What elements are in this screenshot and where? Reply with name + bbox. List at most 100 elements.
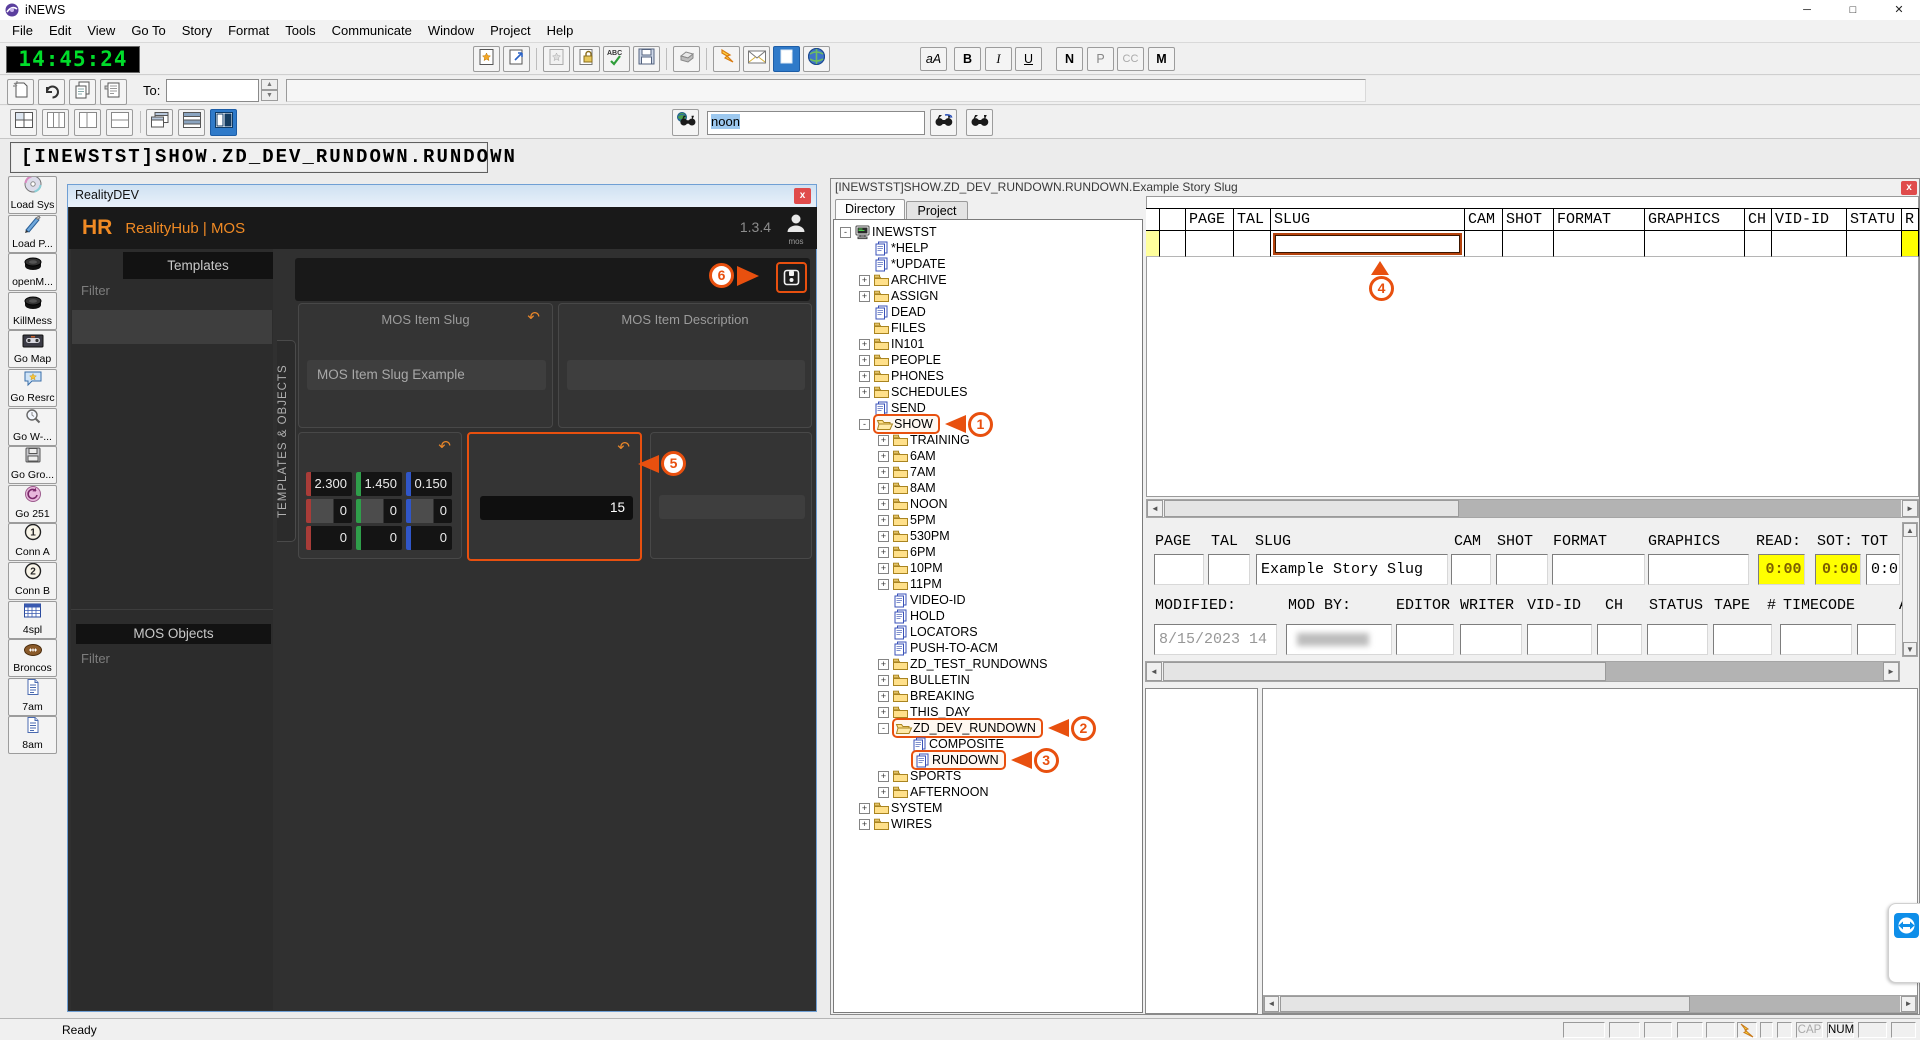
form-field-modified[interactable]: 8/15/2023 14: [1154, 624, 1277, 655]
grid-cell-vid-id[interactable]: [1772, 231, 1847, 257]
sidebar-button-8am[interactable]: 8am: [8, 716, 57, 754]
close-button[interactable]: ✕: [1882, 0, 1916, 20]
mail-button[interactable]: [743, 46, 770, 72]
form-field-cam[interactable]: [1451, 554, 1491, 585]
form-field-timecode[interactable]: [1780, 624, 1852, 655]
collapse-minus-icon[interactable]: -: [859, 419, 870, 430]
tree-item-archive[interactable]: +ARCHIVE: [834, 272, 1142, 288]
to-input[interactable]: [166, 79, 259, 102]
matrix-cell-r2c3[interactable]: 0: [406, 499, 452, 523]
teamviewer-handle[interactable]: [1888, 903, 1920, 983]
mos-item-description-input[interactable]: [567, 360, 805, 390]
user-menu[interactable]: mos: [785, 212, 807, 246]
story-star-button[interactable]: [473, 46, 500, 72]
matrix-cell-r3c1[interactable]: 0: [306, 526, 352, 550]
find-scope-button[interactable]: [672, 109, 699, 136]
sidebar-button-4spl[interactable]: 4spl: [8, 601, 57, 639]
tree-item-in101[interactable]: +IN101: [834, 336, 1142, 352]
form-field-graphics[interactable]: [1648, 554, 1749, 585]
tree-item-video-id[interactable]: VIDEO-ID: [834, 592, 1142, 608]
sidebar-button-broncos[interactable]: Broncos: [8, 639, 57, 677]
form-v-scrollbar[interactable]: [1902, 522, 1918, 657]
tree-item-6am[interactable]: +6AM: [834, 448, 1142, 464]
mos-objects-filter-input[interactable]: Filter: [81, 651, 110, 666]
tree-item-schedules[interactable]: +SCHEDULES: [834, 384, 1142, 400]
expand-plus-icon[interactable]: +: [878, 483, 889, 494]
grid-cell-graphics[interactable]: [1645, 231, 1745, 257]
form-field-ch[interactable]: [1597, 624, 1642, 655]
expand-plus-icon[interactable]: +: [859, 291, 870, 302]
cascade-button[interactable]: [146, 109, 173, 136]
expand-plus-icon[interactable]: +: [878, 691, 889, 702]
form-field-editor[interactable]: [1396, 624, 1454, 655]
form-field-vidid[interactable]: [1527, 624, 1592, 655]
tree-item--help[interactable]: *HELP: [834, 240, 1142, 256]
grid-h-scroll-thumb[interactable]: [1164, 500, 1459, 517]
collapse-minus-icon[interactable]: -: [840, 227, 851, 238]
scroll-right-icon[interactable]: ►: [1883, 662, 1899, 681]
tree-item-people[interactable]: +PEOPLE: [834, 352, 1142, 368]
format-m-button[interactable]: M: [1148, 47, 1175, 71]
scroll-left-icon[interactable]: ◄: [1146, 662, 1162, 681]
tree-item-push-to-acm[interactable]: PUSH-TO-ACM: [834, 640, 1142, 656]
tree-item-breaking[interactable]: +BREAKING: [834, 688, 1142, 704]
expand-plus-icon[interactable]: +: [878, 659, 889, 670]
template-item-new-form[interactable]: [72, 310, 272, 344]
expand-plus-icon[interactable]: +: [859, 803, 870, 814]
append-button[interactable]: [100, 79, 127, 105]
grid-cell-col0[interactable]: [1146, 231, 1160, 257]
grid-cell-tal[interactable]: [1234, 231, 1271, 257]
menu-help[interactable]: Help: [539, 20, 582, 42]
form-field-sot[interactable]: 0:00: [1815, 554, 1861, 585]
menu-tools[interactable]: Tools: [277, 20, 323, 42]
expand-plus-icon[interactable]: +: [878, 563, 889, 574]
tree-item-system[interactable]: +SYSTEM: [834, 800, 1142, 816]
grid-cell-page[interactable]: [1186, 231, 1234, 257]
form-field-slug[interactable]: Example Story Slug: [1256, 554, 1448, 585]
tree-item-noon[interactable]: +NOON: [834, 496, 1142, 512]
story-star-gray-button[interactable]: [543, 46, 570, 72]
flame-button[interactable]: [713, 46, 740, 72]
matrix-cell-r2c1[interactable]: 0: [306, 499, 352, 523]
tree-item-zd-dev-rundown[interactable]: -ZD_DEV_RUNDOWN2: [834, 720, 1142, 736]
print-button[interactable]: [673, 46, 700, 72]
lock-doc-button[interactable]: [573, 46, 600, 72]
menu-window[interactable]: Window: [420, 20, 482, 42]
maximize-button[interactable]: □: [1836, 0, 1870, 20]
matrix-cell-r3c3[interactable]: 0: [406, 526, 452, 550]
story-list-pane[interactable]: [1145, 688, 1258, 1014]
expand-plus-icon[interactable]: +: [878, 771, 889, 782]
layout-cols-button[interactable]: [42, 109, 69, 136]
sidebar-button-go251[interactable]: Go 251: [8, 485, 57, 523]
scroll-left-icon[interactable]: ◄: [1147, 500, 1163, 517]
layout-rows-button[interactable]: [106, 109, 133, 136]
format-b-button[interactable]: B: [954, 47, 981, 71]
form-field-tal[interactable]: [1208, 554, 1250, 585]
expand-plus-icon[interactable]: +: [859, 355, 870, 366]
find-button[interactable]: [966, 109, 993, 136]
matrix-cell-r1c3[interactable]: 0.150: [406, 472, 452, 496]
format-aa-button[interactable]: aA: [920, 47, 947, 71]
collapse-minus-icon[interactable]: -: [878, 723, 889, 734]
form-field-format[interactable]: [1552, 554, 1645, 585]
find-next-button[interactable]: [930, 109, 957, 136]
expand-plus-icon[interactable]: +: [859, 819, 870, 830]
open-story-button[interactable]: [503, 46, 530, 72]
destination-field[interactable]: [286, 79, 1366, 102]
tree-item-5pm[interactable]: +5PM: [834, 512, 1142, 528]
scroll-down-icon[interactable]: ▼: [1903, 642, 1917, 656]
undo-icon[interactable]: ↶: [617, 438, 630, 456]
to-spinner[interactable]: ▲▼: [261, 79, 278, 102]
scroll-up-icon[interactable]: ▲: [1903, 523, 1917, 537]
tree-item-sports[interactable]: +SPORTS: [834, 768, 1142, 784]
tree-item-8am[interactable]: +8AM: [834, 480, 1142, 496]
form-field-tape[interactable]: [1713, 624, 1772, 655]
sidebar-button-7am[interactable]: 7am: [8, 678, 57, 716]
matrix-cell-r1c2[interactable]: 1.450: [356, 472, 402, 496]
expand-plus-icon[interactable]: +: [859, 275, 870, 286]
expand-plus-icon[interactable]: +: [878, 707, 889, 718]
expand-plus-icon[interactable]: +: [859, 387, 870, 398]
spinner-down-icon[interactable]: ▼: [261, 90, 278, 101]
save-button[interactable]: [633, 46, 660, 72]
new-story-button[interactable]: [7, 79, 34, 105]
